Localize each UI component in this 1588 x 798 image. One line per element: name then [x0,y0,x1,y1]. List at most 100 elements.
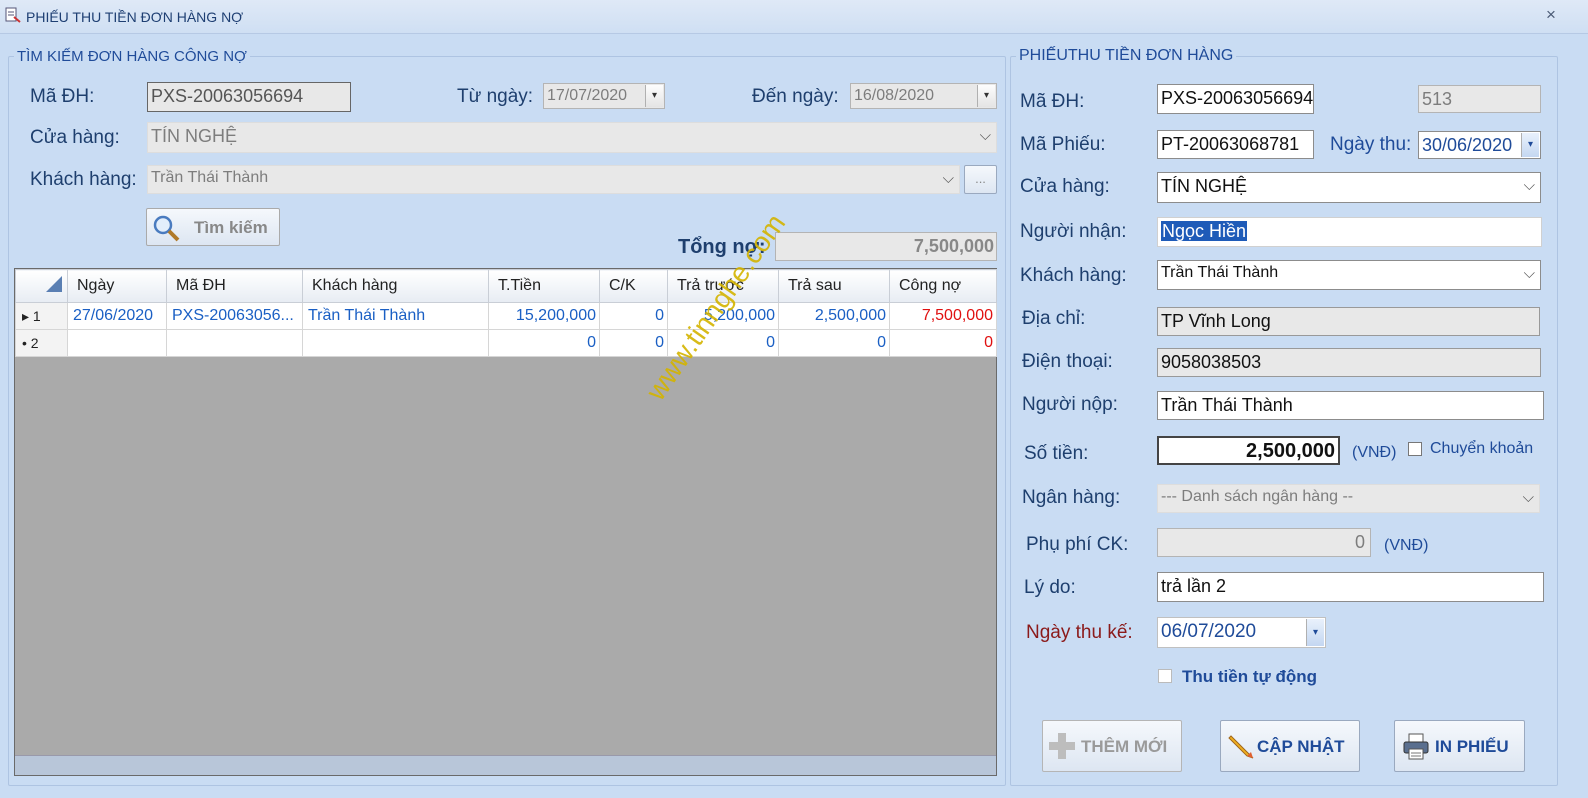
den-ngay-value: 16/08/2020 [854,87,935,104]
grid-col-cong-no[interactable]: Công nợ [889,269,997,303]
in-phieu-label: IN PHIẾU [1435,737,1509,756]
tu-ngay-dropdown-icon[interactable]: ▾ [645,85,663,107]
table-row[interactable]: ▸ 1 27/06/2020 PXS-20063056... Trần Thái… [15,302,997,330]
dia-chi-field: TP Vĩnh Long [1157,307,1540,336]
cua-hang-select[interactable]: TÍN NGHỆ ⌵ [1157,172,1541,203]
receipt-id-field: 513 [1418,85,1541,113]
search-cua-hang-label: Cửa hàng: [30,127,120,148]
nguoi-nhan-input[interactable]: Ngọc Hiền [1157,217,1542,247]
ngay-thu-dropdown-icon[interactable]: ▾ [1521,133,1539,157]
grid-col-khach-hang[interactable]: Khách hàng [302,269,489,303]
ngay-thu-ke-picker[interactable]: 06/07/2020 ▾ [1157,617,1326,648]
dien-thoai-label: Điện thoại: [1022,351,1113,372]
grid-col-tra-sau[interactable]: Trả sau [778,269,890,303]
ngan-hang-select[interactable]: --- Danh sách ngân hàng -- ⌵ [1157,484,1540,513]
den-ngay-dropdown-icon[interactable]: ▾ [977,85,995,107]
nguoi-nhan-value: Ngọc Hiền [1161,221,1248,241]
chuyen-khoan-label: Chuyển khoản [1430,440,1534,457]
ma-phieu-label: Mã Phiếu: [1020,134,1106,155]
magnifier-icon [153,215,180,242]
ma-dh-input[interactable]: PXS-20063056694 [1157,84,1314,114]
cap-nhat-button[interactable]: CẬP NHẬT [1220,720,1360,772]
search-button-label: Tìm kiếm [194,218,268,237]
row-header[interactable]: ▸ 1 [15,302,68,330]
thu-tien-tu-dong-checkbox[interactable] [1158,669,1172,683]
ngan-hang-label: Ngân hàng: [1022,487,1121,508]
receipt-group-title: PHIẾUTHU TIỀN ĐƠN HÀNG [1016,47,1237,65]
ma-phieu-input[interactable]: PT-20063068781 [1157,130,1314,159]
them-moi-button[interactable]: THÊM MỚI [1042,720,1182,772]
so-tien-input[interactable]: 2,500,000 [1157,436,1340,465]
grid-col-ma-dh[interactable]: Mã ĐH [166,269,303,303]
chevron-down-icon: ⌵ [1523,177,1535,194]
dia-chi-label: Địa chỉ: [1022,308,1086,329]
search-cua-hang-select[interactable]: TÍN NGHỆ ⌵ [147,122,997,153]
khach-hang-browse-button[interactable]: ... [964,165,997,194]
pencil-icon [1228,735,1254,759]
cell-cong-no[interactable]: 0 [889,329,997,357]
chevron-down-icon: ⌵ [942,170,954,187]
so-tien-unit: (VNĐ) [1352,444,1397,461]
cell-khach-hang[interactable] [302,329,489,357]
den-ngay-picker[interactable]: 16/08/2020 ▾ [850,83,997,109]
search-khach-hang-value: Trần Thái Thành [151,169,269,186]
ly-do-input[interactable]: trả lần 2 [1157,572,1544,602]
search-khach-hang-select[interactable]: Trần Thái Thành ⌵ [147,165,960,194]
ngay-thu-ke-dropdown-icon[interactable]: ▾ [1306,619,1324,646]
cell-tra-sau[interactable]: 2,500,000 [778,302,890,330]
khach-hang-select[interactable]: Trần Thái Thành ⌵ [1157,260,1541,290]
debt-order-grid[interactable]: Ngày Mã ĐH Khách hàng T.Tiền C/K Trả trư… [14,268,997,776]
horizontal-scrollbar[interactable] [15,755,996,775]
search-button[interactable]: Tìm kiếm [146,208,280,246]
chevron-down-icon: ⌵ [1522,489,1534,506]
cell-ck[interactable]: 0 [599,329,668,357]
search-ma-dh-input[interactable]: PXS-20063056694 [147,82,351,112]
tu-ngay-label: Từ ngày: [457,86,534,107]
cell-ngay[interactable] [67,329,167,357]
tu-ngay-picker[interactable]: 17/07/2020 ▾ [543,83,665,109]
grid-corner-cell[interactable] [15,269,68,303]
phu-phi-unit: (VNĐ) [1384,537,1429,554]
cell-cong-no[interactable]: 7,500,000 [889,302,997,330]
grid-col-ck[interactable]: C/K [599,269,668,303]
grid-table: Ngày Mã ĐH Khách hàng T.Tiền C/K Trả trư… [15,269,997,357]
chevron-down-icon: ⌵ [1523,265,1535,282]
cell-ma-dh[interactable]: PXS-20063056... [166,302,303,330]
receipt-app-icon [5,7,21,23]
search-cua-hang-value: TÍN NGHỆ [151,126,238,146]
cell-ngay[interactable]: 27/06/2020 [67,302,167,330]
row-header[interactable]: • 2 [15,329,68,357]
them-moi-label: THÊM MỚI [1081,737,1168,756]
cell-khach-hang[interactable]: Trần Thái Thành [302,302,489,330]
ngan-hang-value: --- Danh sách ngân hàng -- [1161,488,1354,505]
ngay-thu-label: Ngày thu: [1330,134,1412,155]
grid-corner-icon [46,276,62,292]
nguoi-nhan-label: Người nhận: [1020,221,1127,242]
table-row[interactable]: • 2 0 0 0 0 0 [15,329,997,357]
in-phieu-button[interactable]: IN PHIẾU [1394,720,1525,772]
ngay-thu-picker[interactable]: 30/06/2020 ▾ [1418,131,1541,159]
cell-tra-sau[interactable]: 0 [778,329,890,357]
cap-nhat-label: CẬP NHẬT [1257,737,1345,756]
ngay-thu-ke-value: 06/07/2020 [1161,621,1257,642]
phu-phi-input[interactable]: 0 [1157,528,1371,557]
grid-col-t-tien[interactable]: T.Tiền [488,269,600,303]
khach-hang-value: Trần Thái Thành [1161,264,1279,281]
nguoi-nop-label: Người nộp: [1022,394,1118,415]
nguoi-nop-input[interactable]: Trần Thái Thành [1157,391,1544,420]
cell-t-tien[interactable]: 0 [488,329,600,357]
ngay-thu-value: 30/06/2020 [1422,135,1513,155]
tu-ngay-value: 17/07/2020 [547,87,628,104]
close-icon[interactable]: × [1546,5,1556,25]
cell-t-tien[interactable]: 15,200,000 [488,302,600,330]
den-ngay-label: Đến ngày: [752,86,839,107]
thu-tien-tu-dong-label: Thu tiền tự động [1182,667,1318,686]
chuyen-khoan-checkbox[interactable] [1408,442,1422,456]
printer-icon [1403,733,1429,760]
grid-col-ngay[interactable]: Ngày [67,269,167,303]
grid-header-row: Ngày Mã ĐH Khách hàng T.Tiền C/K Trả trư… [15,269,997,303]
cell-ma-dh[interactable] [166,329,303,357]
khach-hang-label: Khách hàng: [1020,265,1127,286]
cell-ck[interactable]: 0 [599,302,668,330]
chevron-down-icon: ⌵ [979,127,991,144]
